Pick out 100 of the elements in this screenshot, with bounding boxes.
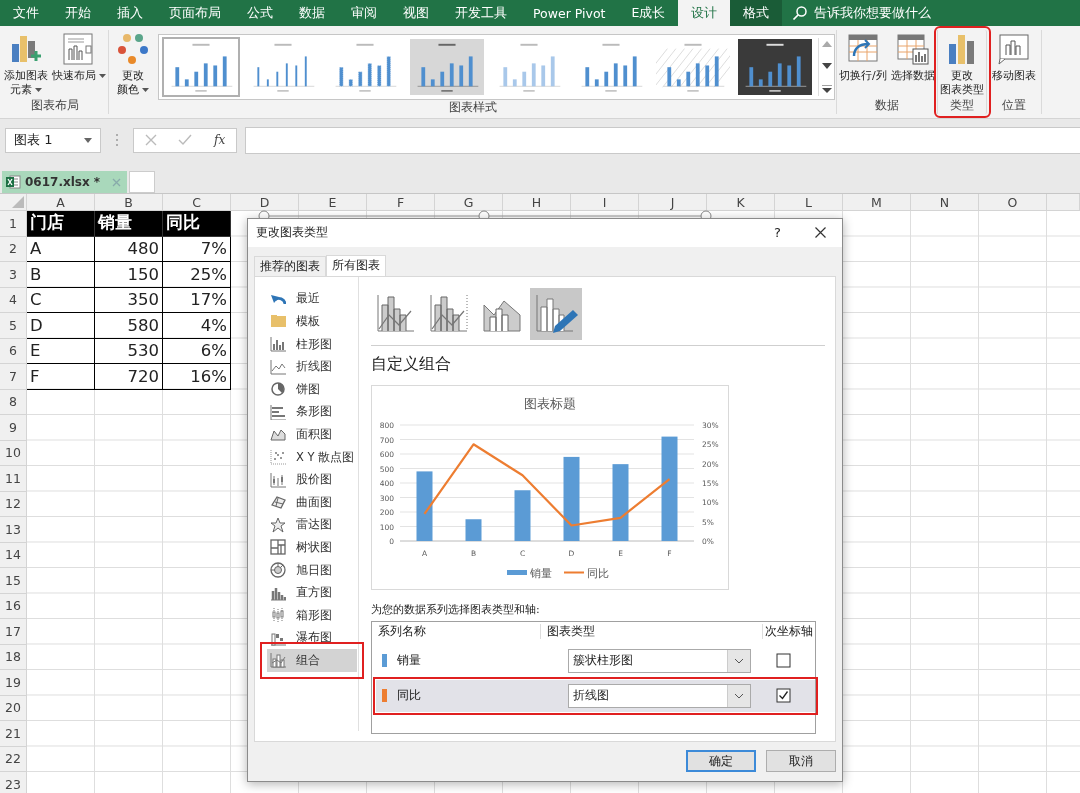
chart-type-dropdown[interactable]: 簇状柱形图 (568, 648, 751, 673)
column-header[interactable]: D (231, 194, 299, 211)
caret-icon[interactable] (84, 137, 92, 143)
column-header[interactable]: A (27, 194, 95, 211)
name-box[interactable]: 图表 1 (5, 127, 101, 153)
chart-type-item[interactable]: 瀑布图 (267, 626, 357, 650)
row-header[interactable]: 3 (0, 262, 27, 288)
column-header[interactable]: F (367, 194, 435, 211)
row-header[interactable]: 1 (0, 211, 27, 237)
row-header[interactable]: 4 (0, 287, 27, 313)
column-header[interactable]: C (163, 194, 231, 211)
row-header[interactable]: 23 (0, 772, 27, 793)
dialog-button[interactable]: 确定 (686, 750, 756, 773)
row-header[interactable]: 11 (0, 466, 27, 492)
chart-type-item[interactable]: 树状图 (267, 536, 357, 559)
scroll-down-icon[interactable] (821, 63, 832, 69)
ribbon-button[interactable]: 移动图表 (990, 30, 1037, 83)
close-icon[interactable] (815, 227, 826, 239)
ribbon-tab[interactable]: 开始 (52, 0, 104, 26)
column-header[interactable]: E (299, 194, 367, 211)
row-header[interactable]: 6 (0, 338, 27, 364)
chart-type-item[interactable]: 箱形图 (267, 603, 357, 627)
row-header[interactable]: 8 (0, 389, 27, 415)
ribbon-tab[interactable]: 插入 (104, 0, 156, 26)
ribbon-button[interactable]: 更改 颜色 (110, 30, 156, 97)
chart-type-item[interactable]: 曲面图 (267, 490, 357, 514)
ribbon-tab[interactable]: 数据 (286, 0, 338, 26)
column-header[interactable]: N (911, 194, 979, 211)
chart-type-item[interactable]: 模板 (267, 310, 357, 333)
chart-type-item[interactable]: 组合 (267, 649, 357, 672)
row-header[interactable]: 5 (0, 313, 27, 339)
column-header[interactable]: L (775, 194, 843, 211)
dialog-tab[interactable]: 推荐的图表 (254, 255, 326, 276)
column-header[interactable]: H (503, 194, 571, 211)
chart-type-item[interactable]: 折线图 (267, 355, 357, 378)
chart-type-item[interactable]: X Y 散点图 (267, 445, 357, 469)
column-header[interactable]: G (435, 194, 503, 211)
scroll-up-icon[interactable] (821, 41, 832, 47)
chart-type-item[interactable]: 条形图 (267, 400, 357, 424)
ribbon-tab[interactable]: Power Pivot (520, 0, 619, 26)
secondary-axis-checkbox[interactable] (775, 653, 791, 669)
chart-type-item[interactable]: 最近 (267, 287, 357, 311)
ribbon-tab[interactable]: 审阅 (338, 0, 390, 26)
ribbon-tab[interactable]: 文件 (0, 0, 52, 26)
ribbon-button[interactable]: 添加图表 元素 (3, 30, 49, 97)
dialog-button[interactable]: 取消 (766, 750, 836, 773)
chart-type-item[interactable]: 饼图 (267, 377, 357, 401)
row-header[interactable]: 17 (0, 619, 27, 645)
check-icon[interactable] (178, 134, 193, 146)
column-header[interactable]: K (707, 194, 775, 211)
ribbon-button[interactable]: 选择数据 (889, 30, 936, 83)
row-header[interactable]: 16 (0, 593, 27, 619)
row-header[interactable]: 19 (0, 670, 27, 696)
chart-style-thumbnail[interactable] (408, 37, 486, 97)
row-header[interactable]: 9 (0, 415, 27, 441)
series-row[interactable]: 销量 簇状柱形图 (376, 644, 815, 677)
column-header[interactable]: M (843, 194, 911, 211)
row-header[interactable]: 22 (0, 746, 27, 772)
chart-style-thumbnail[interactable] (736, 37, 814, 97)
chart-type-item[interactable]: 雷达图 (267, 513, 357, 537)
chart-style-thumbnail[interactable] (162, 37, 240, 97)
ribbon-tab[interactable]: 公式 (234, 0, 286, 26)
row-header[interactable]: 7 (0, 364, 27, 390)
insert-function-button[interactable]: fx (214, 133, 226, 147)
chart-type-item[interactable]: 面积图 (267, 423, 357, 446)
ribbon-tab[interactable]: 格式 (730, 0, 783, 26)
row-header[interactable]: 15 (0, 568, 27, 594)
row-header[interactable]: 14 (0, 542, 27, 568)
row-header[interactable]: 21 (0, 721, 27, 747)
series-row[interactable]: 同比 折线图 (376, 679, 815, 712)
ribbon-button[interactable]: 更改 图表类型 (938, 30, 985, 97)
ribbon-button[interactable]: 快速布局 (51, 30, 107, 83)
chart-type-item[interactable]: 柱形图 (267, 332, 357, 356)
formula-input[interactable] (245, 126, 1080, 154)
chart-type-item[interactable]: 股价图 (267, 468, 357, 491)
row-header[interactable]: 12 (0, 491, 27, 517)
chart-type-dropdown[interactable]: 折线图 (568, 683, 751, 708)
row-header[interactable]: 18 (0, 644, 27, 670)
column-header[interactable]: J (639, 194, 707, 211)
workbook-tab[interactable]: 0617.xlsx * (2, 171, 128, 193)
column-header[interactable]: I (571, 194, 639, 211)
ribbon-tab[interactable]: 视图 (390, 0, 442, 26)
row-header[interactable]: 13 (0, 517, 27, 543)
ribbon-tab[interactable]: 设计 (678, 0, 731, 26)
expand-gallery-icon[interactable] (821, 85, 832, 93)
chart-subtype-button[interactable] (530, 287, 582, 340)
row-header[interactable]: 2 (0, 236, 27, 262)
ribbon-tab[interactable]: E成长 (618, 0, 679, 26)
secondary-axis-checkbox[interactable] (775, 688, 791, 704)
row-header[interactable]: 10 (0, 440, 27, 466)
dialog-tab[interactable]: 所有图表 (326, 254, 386, 276)
ribbon-button[interactable]: 切换行/列 (838, 30, 888, 83)
ribbon-tab[interactable]: 页面布局 (156, 0, 234, 26)
chart-type-item[interactable]: 直方图 (267, 581, 357, 604)
search-field[interactable]: 告诉我你想要做什么 (814, 4, 932, 22)
drag-handle-icon[interactable] (115, 133, 119, 147)
chart-type-item[interactable]: 旭日图 (267, 558, 357, 582)
row-header[interactable]: 20 (0, 695, 27, 721)
ribbon-tab[interactable]: 开发工具 (442, 0, 520, 26)
help-button[interactable]: ? (774, 225, 781, 241)
